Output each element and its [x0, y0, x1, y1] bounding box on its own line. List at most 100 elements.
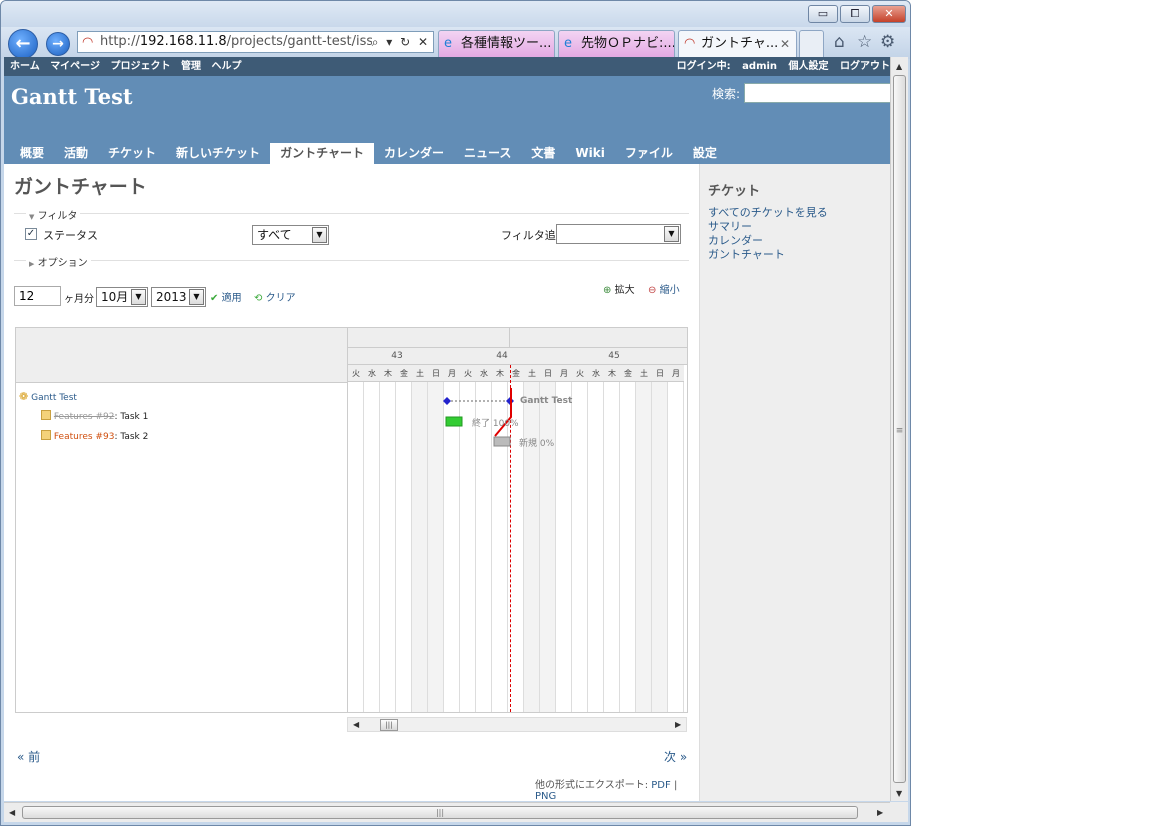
zoom-out-icon: ⊖: [648, 285, 657, 296]
task-1-bar[interactable]: [445, 416, 463, 427]
search-input[interactable]: [744, 83, 890, 103]
months-input[interactable]: 12: [14, 286, 61, 306]
browser-navbar: ← → ◠ http://192.168.11.8/projects/gantt…: [1, 27, 910, 59]
year-select[interactable]: 2013 ▼: [151, 287, 206, 307]
subject-task-2[interactable]: Features #93: Task 2: [41, 430, 148, 442]
sidebar-link-gantt[interactable]: ガントチャート: [708, 248, 828, 262]
ie-icon: e: [564, 36, 572, 51]
options-legend[interactable]: ▶ オプション: [26, 254, 91, 269]
task-1-subject: : Task 1: [114, 412, 149, 422]
task-2-tracker: Features #93: [53, 432, 115, 442]
tab-close-icon[interactable]: ✕: [780, 31, 790, 57]
clear-button[interactable]: ⟲ クリア: [254, 289, 296, 304]
task-2-bar[interactable]: [493, 436, 511, 447]
top-menu-help[interactable]: ヘルプ: [211, 61, 241, 72]
top-menu-admin[interactable]: 管理: [181, 61, 201, 72]
address-scheme: http://: [100, 34, 140, 49]
horizontal-scroll-thumb[interactable]: |||: [22, 806, 858, 819]
new-tab-button[interactable]: [799, 30, 824, 57]
sign-out-link[interactable]: ログアウト: [840, 61, 890, 72]
scroll-left-icon[interactable]: ◀: [353, 720, 359, 729]
apply-button[interactable]: ✔ 適用: [210, 289, 242, 304]
home-icon[interactable]: ⌂: [834, 32, 845, 52]
zoom-in-button[interactable]: ⊕ 拡大: [603, 281, 635, 296]
gantt-scroll-thumb[interactable]: |||: [380, 719, 398, 731]
gantt-chart: ❁ Gantt Test Features #92: Task 1 Featur…: [15, 327, 688, 713]
top-menu-home[interactable]: ホーム: [10, 61, 40, 72]
filter-divider: [14, 213, 689, 214]
address-tools[interactable]: ⌕ ▾ ↻ ✕: [371, 32, 430, 52]
export-png-link[interactable]: PNG: [535, 791, 556, 801]
clear-label: クリア: [265, 293, 296, 304]
logged-in-prefix: ログイン中:: [676, 61, 731, 72]
browser-tab-1[interactable]: e 各種情報ツー...: [438, 30, 555, 57]
zoom-out-button[interactable]: ⊖ 縮小: [648, 281, 680, 296]
top-menu-projects[interactable]: プロジェクト: [110, 61, 170, 72]
subject-task-1[interactable]: Features #92: Task 1: [41, 410, 148, 422]
sidebar: チケット すべてのチケットを見る サマリー カレンダー ガントチャート: [699, 164, 890, 801]
prev-link[interactable]: « 前: [17, 748, 40, 765]
tab-wiki[interactable]: Wiki: [565, 143, 614, 164]
tab-settings[interactable]: 設定: [683, 143, 727, 164]
status-select[interactable]: すべて ▼: [252, 225, 329, 245]
browser-tab-2[interactable]: e 先物ＯＰナビ:...: [558, 30, 675, 57]
vertical-scroll-thumb[interactable]: ≡: [893, 75, 906, 783]
tab-documents[interactable]: 文書: [521, 143, 565, 164]
sidebar-link-all-issues[interactable]: すべてのチケットを見る: [708, 206, 828, 220]
month-select[interactable]: 10月 ▼: [96, 287, 148, 307]
scroll-right-icon[interactable]: ▶: [675, 720, 681, 729]
address-path: /projects/gantt-test/issu: [226, 34, 382, 49]
scroll-right-icon[interactable]: ▶: [877, 808, 883, 817]
subject-project[interactable]: ❁ Gantt Test: [19, 390, 77, 403]
address-host: 192.168.11.8: [139, 34, 227, 49]
sidebar-link-calendar[interactable]: カレンダー: [708, 234, 828, 248]
tab-activity[interactable]: 活動: [54, 143, 98, 164]
settings-icon[interactable]: ⚙: [880, 32, 895, 52]
tab-calendar[interactable]: カレンダー: [374, 143, 454, 164]
browser-tab-3[interactable]: ◠ ガントチャ... ✕: [678, 30, 797, 57]
scroll-left-icon[interactable]: ◀: [9, 808, 15, 817]
logged-in-status: ログイン中: admin: [669, 61, 777, 72]
tab-gantt[interactable]: ガントチャート: [270, 143, 374, 164]
sidebar-link-summary[interactable]: サマリー: [708, 220, 828, 234]
site-icon: ◠: [82, 35, 94, 50]
task-1-bar-label: 終了 100%: [472, 419, 519, 429]
subjects-header: [16, 328, 347, 383]
project-title: Gantt Test: [11, 84, 133, 109]
gantt-horizontal-scrollbar[interactable]: ◀ ||| ▶: [347, 717, 687, 732]
back-button[interactable]: ←: [8, 29, 38, 59]
my-account-link[interactable]: 個人設定: [789, 61, 829, 72]
page-title: ガントチャート: [14, 176, 147, 198]
tab-files[interactable]: ファイル: [615, 143, 683, 164]
collapsed-triangle-icon: ▶: [29, 260, 35, 268]
dropdown-arrow-icon: ▼: [312, 227, 327, 243]
tab-label: 各種情報ツー...: [461, 36, 552, 51]
maximize-button[interactable]: ⧠: [840, 5, 870, 23]
export-pdf-link[interactable]: PDF: [651, 780, 670, 791]
status-checkbox[interactable]: ✓: [25, 228, 37, 240]
favorites-icon[interactable]: ☆: [857, 32, 872, 52]
tab-overview[interactable]: 概要: [10, 143, 54, 164]
page-vertical-scrollbar[interactable]: ▲ ≡ ▼: [890, 57, 908, 801]
gantt-timeline: 43 44 45 火水木金土日月火水木金土日月火水木金土日月 Gantt Tes…: [348, 328, 687, 712]
add-filter-select[interactable]: ▼: [556, 224, 681, 244]
page-horizontal-scrollbar[interactable]: ◀ ||| ▶: [4, 802, 890, 822]
minimize-button[interactable]: ▭: [808, 5, 838, 23]
tab-news[interactable]: ニュース: [454, 143, 521, 164]
logged-in-user[interactable]: admin: [742, 61, 777, 72]
scroll-up-icon[interactable]: ▲: [896, 62, 902, 71]
title-bar: ▭ ⧠ ✕: [1, 1, 910, 29]
filter-legend[interactable]: ▼ フィルタ: [26, 207, 81, 222]
close-button[interactable]: ✕: [872, 5, 906, 23]
filter-legend-label: フィルタ: [37, 211, 78, 222]
address-bar[interactable]: ◠ http://192.168.11.8/projects/gantt-tes…: [77, 31, 434, 53]
scrollbar-corner: [890, 802, 908, 822]
export-links: 他の形式にエクスポート: PDF | PNG: [535, 776, 699, 801]
forward-button[interactable]: →: [46, 32, 70, 56]
top-menu-my-page[interactable]: マイページ: [50, 61, 100, 72]
tab-new-issue[interactable]: 新しいチケット: [166, 143, 270, 164]
next-link[interactable]: 次 »: [664, 748, 687, 765]
scroll-down-icon[interactable]: ▼: [896, 789, 902, 798]
project-link: Gantt Test: [31, 393, 77, 403]
tab-issues[interactable]: チケット: [98, 143, 166, 164]
